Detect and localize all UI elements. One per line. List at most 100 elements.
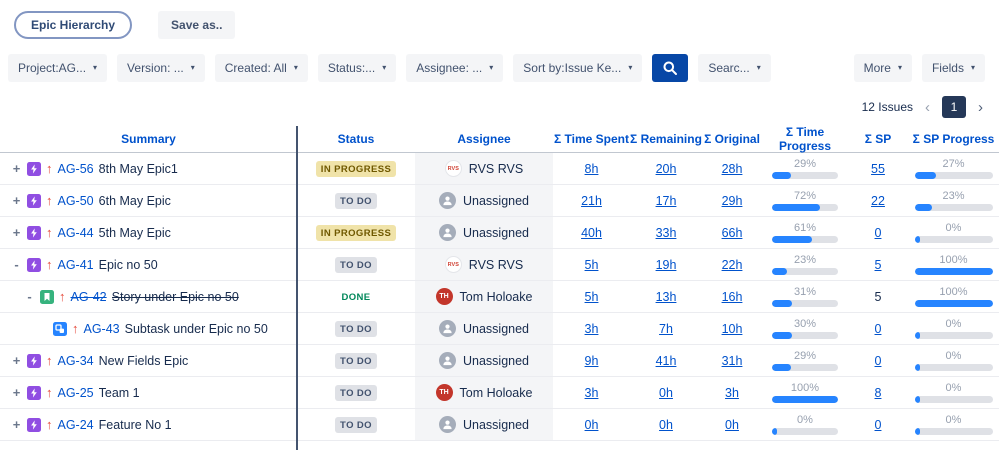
original-link[interactable]: 28h — [722, 162, 743, 176]
filter-project-ag[interactable]: Project:AG...▾ — [8, 54, 107, 82]
pagination-next-icon[interactable]: › — [978, 100, 983, 115]
expand-toggle-icon[interactable]: + — [11, 386, 22, 399]
search-button[interactable] — [652, 54, 688, 82]
sp-link[interactable]: 8 — [875, 386, 882, 400]
summary-cell: + ↑ AG-25 Team 1 — [0, 377, 297, 408]
column-header-status[interactable]: Status — [297, 132, 415, 146]
original-link[interactable]: 29h — [722, 194, 743, 208]
issue-key-link[interactable]: AG-50 — [58, 194, 94, 208]
pagination-page-1[interactable]: 1 — [942, 96, 966, 118]
sp-progress-cell: 0% — [908, 409, 999, 440]
remaining-link[interactable]: 0h — [659, 386, 673, 400]
filter-sort-by-issue-ke[interactable]: Sort by:Issue Ke...▾ — [513, 54, 642, 82]
filter-searc[interactable]: Searc...▾ — [698, 54, 770, 82]
sp-link[interactable]: 55 — [871, 162, 885, 176]
sp-link[interactable]: 0 — [875, 226, 882, 240]
save-as-button[interactable]: Save as.. — [158, 11, 235, 39]
time-spent-link[interactable]: 8h — [585, 162, 599, 176]
remaining-link[interactable]: 20h — [656, 162, 677, 176]
sp-link[interactable]: 22 — [871, 194, 885, 208]
issue-key-link[interactable]: AG-24 — [58, 418, 94, 432]
issue-key-link[interactable]: AG-25 — [58, 386, 94, 400]
assignee-name: Unassigned — [463, 194, 529, 208]
story-icon — [40, 290, 54, 304]
remaining-link[interactable]: 19h — [656, 258, 677, 272]
column-header-original[interactable]: Σ Original — [702, 132, 762, 146]
filter-status[interactable]: Status:...▾ — [318, 54, 396, 82]
original-link[interactable]: 3h — [725, 386, 739, 400]
sp-progress-bar — [915, 364, 993, 371]
sp-link[interactable]: 0 — [875, 354, 882, 368]
column-header-time-progress[interactable]: Σ Time Progress — [762, 125, 848, 153]
remaining-link[interactable]: 41h — [656, 354, 677, 368]
expand-toggle-icon[interactable]: - — [11, 258, 22, 271]
filter-more[interactable]: More▾ — [854, 54, 912, 82]
status-cell: TO DO — [297, 185, 415, 216]
time-progress-cell: 30% — [762, 313, 848, 344]
column-header-summary[interactable]: Summary — [0, 132, 297, 146]
time-progress-label: 0% — [797, 414, 813, 427]
expand-toggle-icon[interactable]: + — [11, 194, 22, 207]
expand-toggle-icon[interactable]: - — [24, 290, 35, 303]
time-progress: 30% — [772, 318, 838, 339]
filter-fields[interactable]: Fields▾ — [922, 54, 985, 82]
column-header-assignee[interactable]: Assignee — [415, 132, 553, 146]
issue-key-link[interactable]: AG-44 — [58, 226, 94, 240]
sp-link[interactable]: 5 — [875, 258, 882, 272]
filter-version[interactable]: Version: ...▾ — [117, 54, 205, 82]
original-link[interactable]: 22h — [722, 258, 743, 272]
expand-toggle-icon[interactable]: + — [11, 354, 22, 367]
remaining-link[interactable]: 0h — [659, 418, 673, 432]
issue-key-link[interactable]: AG-42 — [71, 290, 107, 304]
sp-progress-label: 27% — [942, 158, 964, 171]
remaining-link[interactable]: 17h — [656, 194, 677, 208]
issue-key-link[interactable]: AG-34 — [58, 354, 94, 368]
column-header-sp[interactable]: Σ SP — [848, 132, 908, 146]
original-link[interactable]: 10h — [722, 322, 743, 336]
pagination-prev-icon[interactable]: ‹ — [925, 100, 930, 115]
remaining-link[interactable]: 13h — [656, 290, 677, 304]
sp-progress-label: 100% — [939, 254, 967, 267]
assignee-cell: RVS RVS RVS — [415, 249, 553, 280]
expand-toggle-icon[interactable]: + — [11, 418, 22, 431]
column-header-sp-progress[interactable]: Σ SP Progress — [908, 132, 999, 146]
summary-column-divider[interactable] — [296, 126, 298, 450]
expand-toggle-icon[interactable]: + — [11, 162, 22, 175]
table-row: ↑ AG-43 Subtask under Epic no 50 TO DO U… — [0, 313, 999, 345]
original-link[interactable]: 31h — [722, 354, 743, 368]
time-spent-link[interactable]: 21h — [581, 194, 602, 208]
sp-link[interactable]: 0 — [875, 418, 882, 432]
time-spent-link[interactable]: 9h — [585, 354, 599, 368]
filter-assignee[interactable]: Assignee: ...▾ — [406, 54, 503, 82]
time-spent-link[interactable]: 0h — [585, 418, 599, 432]
time-spent-link[interactable]: 40h — [581, 226, 602, 240]
remaining-link[interactable]: 7h — [659, 322, 673, 336]
original-link[interactable]: 0h — [725, 418, 739, 432]
issue-key-link[interactable]: AG-41 — [58, 258, 94, 272]
table-row: + ↑ AG-56 8th May Epic1 IN PROGRESS RVS … — [0, 153, 999, 185]
status-cell: TO DO — [297, 409, 415, 440]
expand-toggle-icon[interactable]: + — [11, 226, 22, 239]
column-header-remaining[interactable]: Σ Remaining — [630, 132, 702, 146]
time-spent-link[interactable]: 5h — [585, 290, 599, 304]
summary-cell: + ↑ AG-44 5th May Epic — [0, 217, 297, 248]
filter-created-all[interactable]: Created: All▾ — [215, 54, 308, 82]
indent-spacer — [6, 296, 19, 297]
original-link[interactable]: 66h — [722, 226, 743, 240]
chevron-down-icon: ▾ — [628, 64, 632, 72]
column-header-time-spent[interactable]: Σ Time Spent — [553, 132, 630, 146]
priority-highest-icon: ↑ — [72, 322, 79, 335]
filter-label: Searc... — [708, 61, 749, 75]
issue-key-link[interactable]: AG-56 — [58, 162, 94, 176]
assignee-name: Unassigned — [463, 226, 529, 240]
time-spent-link[interactable]: 5h — [585, 258, 599, 272]
remaining-link[interactable]: 33h — [656, 226, 677, 240]
epic-hierarchy-button[interactable]: Epic Hierarchy — [14, 11, 132, 39]
avatar: RVS — [445, 160, 462, 177]
original-link[interactable]: 16h — [722, 290, 743, 304]
sp-link[interactable]: 0 — [875, 322, 882, 336]
time-spent-link[interactable]: 3h — [585, 386, 599, 400]
issue-key-link[interactable]: AG-43 — [84, 322, 120, 336]
assignee-cell: TH Tom Holoake — [415, 377, 553, 408]
time-spent-link[interactable]: 3h — [585, 322, 599, 336]
